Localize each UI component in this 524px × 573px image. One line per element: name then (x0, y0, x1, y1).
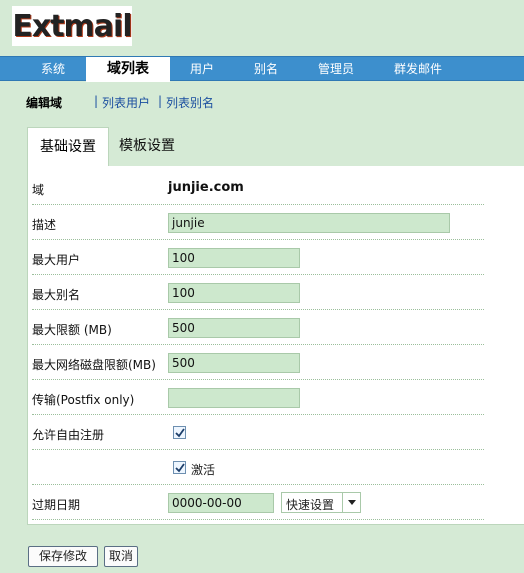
subnav-current: 编辑域 (26, 96, 63, 110)
subnav-separator: | (158, 94, 163, 108)
form-row-active: 激活 (32, 450, 484, 485)
expire-date-input[interactable]: 0000-00-00 (168, 493, 274, 513)
max-users-input[interactable]: 100 (168, 248, 300, 268)
nav-item-aliases[interactable]: 别名 (244, 57, 288, 81)
form-row-max-quota: 最大限额 (MB) 500 (32, 310, 484, 345)
logo-text: Extmail (12, 8, 132, 44)
form-row-max-users: 最大用户 100 (32, 240, 484, 275)
max-aliases-label: 最大别名 (32, 288, 81, 302)
form-row-transport: 传输(Postfix only) (32, 380, 484, 415)
nav-item-system[interactable]: 系统 (30, 57, 76, 81)
allow-signup-label: 允许自由注册 (32, 428, 105, 442)
max-quota-input[interactable]: 500 (168, 318, 300, 338)
form-row-description: 描述 junjie (32, 205, 484, 240)
transport-label: 传输(Postfix only) (32, 393, 135, 407)
chevron-down-icon[interactable] (342, 493, 360, 512)
expire-label: 过期日期 (32, 498, 81, 512)
description-input[interactable]: junjie (168, 213, 450, 233)
tab-template-settings[interactable]: 模板设置 (111, 127, 183, 167)
form-row-expire: 过期日期 0000-00-00 快速设置 (32, 485, 484, 520)
subnav-link-list-users[interactable]: 列表用户 (102, 94, 150, 111)
form-row-max-aliases: 最大别名 100 (32, 275, 484, 310)
domain-value: junjie.com (168, 180, 244, 195)
settings-panel: 域 junjie.com 描述 junjie 最大用户 100 最大别名 100… (27, 166, 524, 525)
subnav-link-list-aliases[interactable]: 列表别名 (166, 94, 214, 111)
cancel-button[interactable]: 取消 (104, 546, 138, 567)
nav-item-domains[interactable]: 域列表 (86, 57, 170, 82)
max-netdisk-label: 最大网络磁盘限额(MB) (32, 358, 156, 372)
description-label: 描述 (32, 218, 57, 232)
domain-label: 域 (32, 183, 45, 197)
max-users-label: 最大用户 (32, 253, 81, 267)
max-netdisk-input[interactable]: 500 (168, 353, 300, 373)
save-button[interactable]: 保存修改 (28, 546, 98, 567)
active-checkbox[interactable] (173, 461, 186, 474)
form-row-domain: 域 junjie.com (32, 170, 484, 205)
transport-input[interactable] (168, 388, 300, 408)
allow-signup-checkbox[interactable] (173, 426, 186, 439)
subnav-separator: | (94, 94, 99, 108)
nav-item-mass-mail[interactable]: 群发邮件 (386, 57, 450, 81)
max-quota-label: 最大限额 (MB) (32, 323, 112, 337)
active-label: 激活 (191, 463, 216, 477)
form-row-allow-signup: 允许自由注册 (32, 415, 484, 450)
max-aliases-input[interactable]: 100 (168, 283, 300, 303)
quick-set-select[interactable]: 快速设置 (281, 492, 361, 513)
logo: Extmail (12, 6, 133, 46)
tab-basic-settings[interactable]: 基础设置 (27, 127, 109, 167)
form-row-max-netdisk: 最大网络磁盘限额(MB) 500 (32, 345, 484, 380)
main-nav: 系统 域列表 用户 别名 管理员 群发邮件 (0, 56, 524, 82)
quick-set-value: 快速设置 (286, 498, 335, 512)
checkmark-icon (174, 427, 185, 437)
nav-item-users[interactable]: 用户 (180, 57, 224, 81)
nav-item-admins[interactable]: 管理员 (310, 57, 362, 81)
checkmark-icon (174, 462, 185, 472)
